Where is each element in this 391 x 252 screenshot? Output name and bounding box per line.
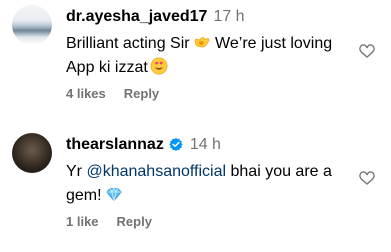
heart-eyes-icon [150, 57, 168, 75]
comment-text-start: Yr [66, 163, 87, 180]
comment-header: dr.ayesha_javed17 17 h [66, 7, 245, 27]
username[interactable]: dr.ayesha_javed17 [66, 8, 207, 26]
timestamp: 14 h [189, 136, 221, 153]
likes-count[interactable]: 4 likes [66, 86, 106, 101]
comment-text-start: Brilliant acting Sir [66, 35, 190, 52]
yellow-heart-hands-icon [194, 37, 209, 48]
avatar[interactable] [12, 5, 52, 45]
mention-link[interactable]: @khanahsanofficial [86, 163, 226, 180]
comment-text: Yr @khanahsanofficial bhai you are a gem… [66, 160, 346, 208]
heart-icon[interactable] [358, 42, 376, 60]
comment-text: Brilliant acting Sir We’re just loving A… [66, 32, 346, 80]
reply-button[interactable]: Reply [117, 214, 152, 229]
likes-count[interactable]: 1 like [66, 214, 99, 229]
timestamp: 17 h [213, 8, 245, 25]
reply-button[interactable]: Reply [124, 86, 159, 101]
comment-header: thearslannaz 14 h [66, 135, 221, 155]
heart-icon[interactable] [358, 169, 376, 187]
avatar[interactable] [12, 133, 52, 173]
comment-meta: 4 likes Reply [66, 86, 159, 101]
username[interactable]: thearslannaz [66, 136, 164, 154]
comment-meta: 1 like Reply [66, 214, 152, 229]
verified-badge-icon [169, 137, 183, 152]
gem-icon [105, 188, 122, 201]
